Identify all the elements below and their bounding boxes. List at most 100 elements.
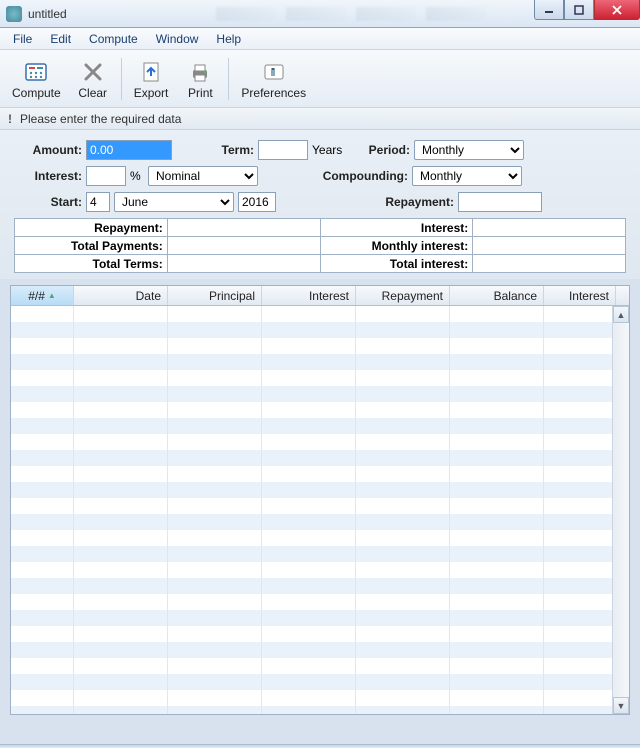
table-row[interactable] <box>11 322 629 338</box>
close-button[interactable] <box>594 0 640 20</box>
term-input[interactable] <box>258 140 308 160</box>
table-row[interactable] <box>11 642 629 658</box>
scroll-down-icon[interactable]: ▼ <box>613 697 629 714</box>
message-bar: ! Please enter the required data <box>0 108 640 130</box>
col-interest2[interactable]: Interest <box>544 286 616 305</box>
repayment-input[interactable] <box>458 192 542 212</box>
col-date[interactable]: Date <box>74 286 168 305</box>
start-day-input[interactable] <box>86 192 110 212</box>
compute-label: Compute <box>12 86 61 100</box>
close-icon <box>611 5 623 15</box>
maximize-icon <box>574 5 584 15</box>
menu-window[interactable]: Window <box>147 30 208 48</box>
compounding-select[interactable]: Monthly <box>412 166 522 186</box>
table-row[interactable] <box>11 418 629 434</box>
export-button[interactable]: Export <box>126 55 177 102</box>
toolbar-separator <box>228 58 229 100</box>
message-text: Please enter the required data <box>20 112 181 126</box>
menu-edit[interactable]: Edit <box>41 30 80 48</box>
menu-compute[interactable]: Compute <box>80 30 147 48</box>
start-year-input[interactable] <box>238 192 276 212</box>
clear-label: Clear <box>78 86 107 100</box>
col-index[interactable]: #/#▲ <box>11 286 74 305</box>
amount-label: Amount: <box>14 143 82 157</box>
app-icon <box>6 6 22 22</box>
interest-input[interactable] <box>86 166 126 186</box>
table-row[interactable] <box>11 370 629 386</box>
preferences-button[interactable]: Preferences <box>233 55 314 102</box>
period-select[interactable]: Monthly <box>414 140 524 160</box>
summary-total-payments-label: Total Payments: <box>15 237 168 255</box>
summary-interest-value <box>473 219 626 237</box>
input-form: Amount: Term: Years Period: Monthly Inte… <box>0 130 640 279</box>
toolbar: Compute Clear Export Print Preferences <box>0 50 640 108</box>
col-interest[interactable]: Interest <box>262 286 356 305</box>
maximize-button[interactable] <box>564 0 594 20</box>
table-row[interactable] <box>11 690 629 706</box>
sort-asc-icon: ▲ <box>48 291 56 300</box>
grid-body[interactable] <box>11 306 629 714</box>
table-row[interactable] <box>11 546 629 562</box>
summary-table: Repayment: Interest: Total Payments: Mon… <box>14 218 626 273</box>
table-row[interactable] <box>11 706 629 714</box>
compute-icon <box>23 59 49 85</box>
summary-total-terms-value <box>167 255 320 273</box>
col-principal[interactable]: Principal <box>168 286 262 305</box>
amount-input[interactable] <box>86 140 172 160</box>
footer-separator <box>0 744 640 748</box>
scroll-up-icon[interactable]: ▲ <box>613 306 629 323</box>
summary-total-terms-label: Total Terms: <box>15 255 168 273</box>
compute-button[interactable]: Compute <box>4 55 69 102</box>
table-row[interactable] <box>11 482 629 498</box>
col-repayment[interactable]: Repayment <box>356 286 450 305</box>
table-row[interactable] <box>11 658 629 674</box>
table-row[interactable] <box>11 466 629 482</box>
table-row[interactable] <box>11 626 629 642</box>
table-row[interactable] <box>11 354 629 370</box>
summary-monthly-interest-label: Monthly interest: <box>320 237 473 255</box>
table-row[interactable] <box>11 434 629 450</box>
clear-icon <box>80 59 106 85</box>
col-balance[interactable]: Balance <box>450 286 544 305</box>
table-row[interactable] <box>11 610 629 626</box>
print-button[interactable]: Print <box>176 55 224 102</box>
table-row[interactable] <box>11 450 629 466</box>
export-label: Export <box>134 86 169 100</box>
summary-total-payments-value <box>167 237 320 255</box>
summary-repayment-label: Repayment: <box>15 219 168 237</box>
start-month-select[interactable]: June <box>114 192 234 212</box>
table-row[interactable] <box>11 530 629 546</box>
minimize-button[interactable] <box>534 0 564 20</box>
summary-monthly-interest-value <box>473 237 626 255</box>
warning-icon: ! <box>8 112 12 126</box>
window-controls <box>534 0 640 20</box>
interest-unit: % <box>130 169 144 183</box>
menu-help[interactable]: Help <box>207 30 250 48</box>
clear-button[interactable]: Clear <box>69 55 117 102</box>
menu-bar: File Edit Compute Window Help <box>0 28 640 50</box>
grid-header: #/#▲ Date Principal Interest Repayment B… <box>11 286 629 306</box>
table-row[interactable] <box>11 338 629 354</box>
repayment-input-label: Repayment: <box>276 195 454 209</box>
table-row[interactable] <box>11 498 629 514</box>
table-row[interactable] <box>11 594 629 610</box>
period-label: Period: <box>352 143 410 157</box>
table-row[interactable] <box>11 578 629 594</box>
menu-file[interactable]: File <box>4 30 41 48</box>
start-label: Start: <box>14 195 82 209</box>
preferences-label: Preferences <box>241 86 306 100</box>
table-row[interactable] <box>11 402 629 418</box>
interest-type-select[interactable]: Nominal <box>148 166 258 186</box>
table-row[interactable] <box>11 514 629 530</box>
vertical-scrollbar[interactable]: ▲ ▼ <box>612 306 629 714</box>
toolbar-separator <box>121 58 122 100</box>
compounding-label: Compounding: <box>258 169 408 183</box>
table-row[interactable] <box>11 306 629 322</box>
term-label: Term: <box>172 143 254 157</box>
table-row[interactable] <box>11 562 629 578</box>
table-row[interactable] <box>11 674 629 690</box>
summary-total-interest-value <box>473 255 626 273</box>
window-title: untitled <box>28 7 67 21</box>
table-row[interactable] <box>11 386 629 402</box>
print-icon <box>187 59 213 85</box>
